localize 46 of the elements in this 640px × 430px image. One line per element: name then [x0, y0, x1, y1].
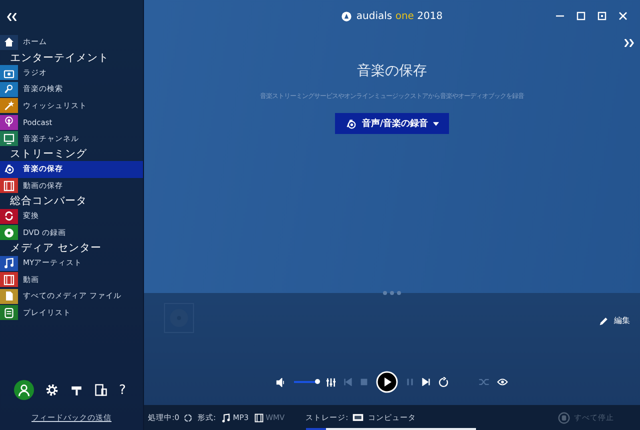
- app-title: audials one 2018: [356, 10, 443, 22]
- edit-button[interactable]: 編集: [599, 315, 630, 326]
- film-icon: [254, 412, 264, 422]
- double-chevron-right-icon[interactable]: [624, 39, 634, 47]
- volume-slider[interactable]: [294, 380, 318, 384]
- wand-icon: [3, 100, 15, 112]
- volume-icon[interactable]: [276, 378, 286, 386]
- section-header: メディア センター: [9, 241, 102, 255]
- search-icon: [3, 83, 15, 96]
- repeat-icon[interactable]: [438, 376, 449, 388]
- home-icon: [3, 36, 15, 48]
- devices-icon[interactable]: [94, 383, 108, 397]
- record-icon: [344, 118, 357, 130]
- double-chevron-left-icon: [7, 13, 17, 21]
- file-icon: [3, 290, 15, 302]
- note-icon: [3, 257, 15, 270]
- maximize-icon[interactable]: [576, 11, 586, 21]
- equalizer-icon[interactable]: [326, 376, 336, 388]
- caret-icon: [433, 122, 440, 126]
- logo-icon: [341, 10, 352, 22]
- computer-icon: [352, 413, 364, 422]
- section-header: エンターテイメント: [9, 50, 110, 64]
- note-icon: [220, 412, 231, 422]
- screen-icon: [3, 132, 15, 145]
- drag-handle-icon[interactable]: [383, 291, 401, 295]
- sync-icon: [184, 414, 192, 422]
- record-dropdown-button[interactable]: 音声/音楽の録音: [334, 113, 450, 134]
- close-icon[interactable]: [618, 11, 628, 21]
- restore-icon[interactable]: [597, 11, 607, 21]
- record-icon: [3, 163, 15, 176]
- film-icon: [3, 274, 15, 286]
- section-header: 総合コンバータ: [9, 194, 88, 208]
- section-header: ストリーミング: [9, 147, 88, 161]
- user-avatar[interactable]: [14, 380, 34, 400]
- next-icon[interactable]: [422, 378, 430, 386]
- disc-icon: [3, 226, 15, 239]
- play-button[interactable]: [376, 371, 398, 393]
- film-icon: [3, 180, 15, 192]
- list-icon: [3, 306, 15, 319]
- pencil-icon: [599, 316, 609, 326]
- settings-icon[interactable]: [45, 383, 59, 397]
- convert-icon: [3, 210, 15, 222]
- help-button[interactable]: ?: [119, 382, 126, 398]
- podcast-icon: [3, 116, 15, 128]
- page-title: 音楽の保存: [357, 62, 427, 80]
- eye-icon[interactable]: [497, 378, 508, 386]
